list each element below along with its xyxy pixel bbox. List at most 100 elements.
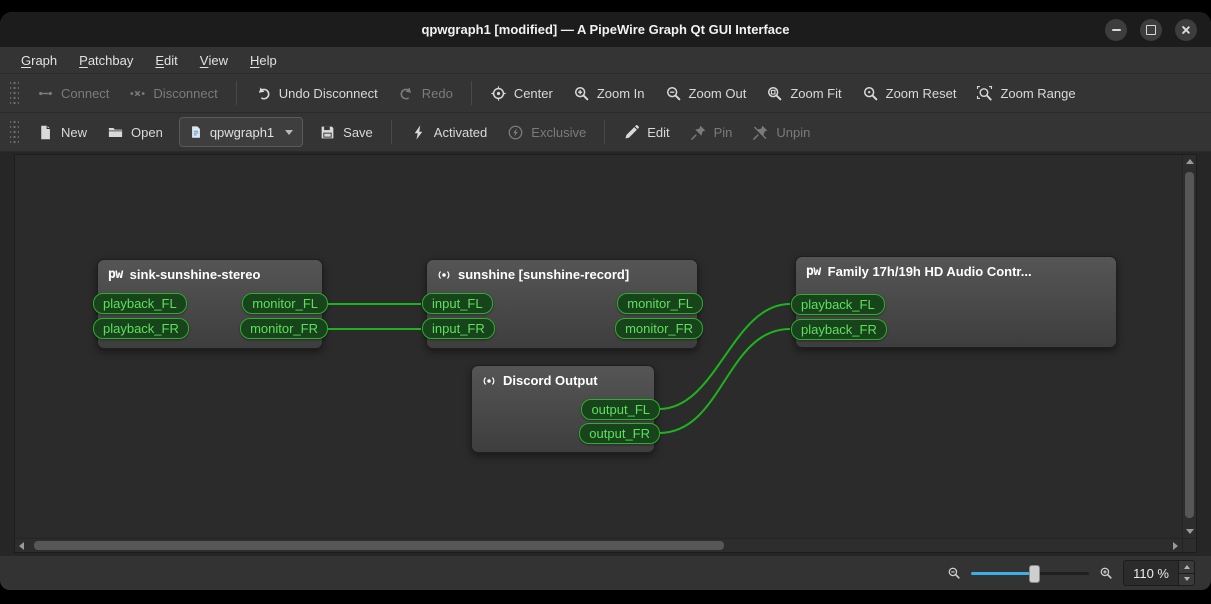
minimize-button[interactable] [1105,18,1127,41]
close-button[interactable] [1175,18,1197,41]
port-playback_FR[interactable]: playback_FR [93,318,189,339]
zoom-range-icon [977,85,993,100]
port-monitor_FR[interactable]: monitor_FR [615,318,703,339]
patchbay-toolbar: New Open qpwgraph1 Save Activated Exclus… [0,113,1211,152]
scroll-down-button[interactable] [1183,525,1196,538]
maximize-button[interactable] [1140,18,1162,41]
port-input_FR[interactable]: input_FR [422,318,495,339]
scroll-left-button[interactable] [15,539,28,552]
redo-button[interactable]: Redo [388,78,463,108]
exclusive-icon [508,125,523,139]
zoom-reset-icon [863,86,877,100]
horizontal-scrollbar[interactable] [15,538,1182,552]
zoom-in-button[interactable]: Zoom In [563,78,655,108]
arrow-right-icon [1173,541,1178,550]
edit-button[interactable]: Edit [613,117,679,147]
toolbar-grip[interactable] [10,120,19,144]
center-icon [491,85,506,101]
undo-button[interactable]: Undo Disconnect [245,78,388,108]
zoom-range-label: Zoom Range [1000,85,1076,101]
speaker-icon [438,270,450,279]
node-sink-sunshine-stereo[interactable]: pw sink-sunshine-stereo playback_FL play… [93,259,328,349]
zoom-fit-button[interactable]: Zoom Fit [756,78,851,108]
horizontal-scroll-thumb[interactable] [33,541,724,550]
redo-label: Redo [421,85,453,101]
zoom-in-icon[interactable] [1099,566,1113,580]
menu-edit[interactable]: Edit [144,47,188,73]
horizontal-scroll-track[interactable] [28,539,1169,552]
statusbar: 110 % [0,555,1211,590]
port-monitor_FL[interactable]: monitor_FL [617,293,703,314]
new-button[interactable]: New [27,117,97,147]
vertical-scroll-track[interactable] [1183,168,1196,525]
save-button[interactable]: Save [309,117,383,147]
vertical-scrollbar[interactable] [1182,155,1196,538]
menu-help[interactable]: Help [239,47,288,73]
port-monitor_FR[interactable]: monitor_FR [240,318,328,339]
port-input_FL[interactable]: input_FL [422,293,493,314]
zoom-slider[interactable] [971,563,1090,583]
port-playback_FL[interactable]: playback_FL [93,293,187,314]
node-title: pw Family 17h/19h HD Audio Contr... [796,257,1116,283]
zoom-range-button[interactable]: Zoom Range [966,78,1085,108]
titlebar[interactable]: qpwgraph1 [modified] — A PipeWire Graph … [0,12,1211,47]
node-title-text: sink-sunshine-stereo [129,267,261,282]
open-folder-icon [108,127,123,137]
node-sunshine[interactable]: sunshine [sunshine-record] input_FL inpu… [422,259,703,349]
new-label: New [61,124,88,140]
zoom-slider-handle[interactable] [1028,565,1040,583]
patchbay-profile-combo[interactable]: qpwgraph1 [178,117,304,147]
menu-graph[interactable]: Graph [10,47,68,73]
edit-label: Edit [647,124,670,140]
connect-button[interactable]: Connect [27,78,119,108]
node-title: pw sink-sunshine-stereo [98,260,322,286]
node-discord-output[interactable]: Discord Output output_FL output_FR [471,365,660,453]
port-playback_FR[interactable]: playback_FR [791,319,887,340]
center-label: Center [513,85,553,101]
zoom-reset-button[interactable]: Zoom Reset [852,78,967,108]
arrow-up-icon [1185,159,1194,164]
disconnect-button[interactable]: Disconnect [119,78,227,108]
port-monitor_FL[interactable]: monitor_FL [242,293,328,314]
scroll-up-button[interactable] [1183,155,1196,168]
center-button[interactable]: Center [480,78,563,108]
unpin-button[interactable]: Unpin [742,117,820,147]
toolbar-separator [470,81,472,105]
zoom-spinbox[interactable]: 110 % [1123,560,1195,586]
port-output_FL[interactable]: output_FL [581,399,660,420]
exclusive-label: Exclusive [531,124,587,140]
slider-fill [971,571,1033,575]
pipewire-icon: pw [806,264,821,279]
activated-bolt-icon [414,124,423,140]
activated-button[interactable]: Activated [400,117,497,147]
node-title: sunshine [sunshine-record] [427,260,697,286]
vertical-scroll-thumb[interactable] [1185,171,1194,518]
graph-toolbar: Connect Disconnect Undo Disconnect Redo … [0,74,1211,113]
menu-view[interactable]: View [189,47,239,73]
edit-pencil-icon [625,124,640,139]
graph-canvas[interactable]: pw sink-sunshine-stereo playback_FL play… [15,155,1182,538]
toolbar-separator [235,81,237,105]
zoom-increment-button[interactable] [1179,561,1194,573]
arrow-left-icon [19,541,24,550]
minimize-icon [1111,28,1121,31]
zoom-out-icon[interactable] [947,566,961,580]
scroll-right-button[interactable] [1169,539,1182,552]
activated-label: Activated [433,124,488,140]
toolbar-grip[interactable] [10,81,19,105]
open-button[interactable]: Open [97,117,173,147]
exclusive-button[interactable]: Exclusive [497,117,596,147]
zoom-value[interactable]: 110 % [1124,561,1178,585]
menu-patchbay[interactable]: Patchbay [68,47,144,73]
node-title-text: Discord Output [503,373,598,388]
pin-button[interactable]: Pin [680,117,743,147]
node-family-hd-audio[interactable]: pw Family 17h/19h HD Audio Contr... play… [791,256,1117,348]
unpin-label: Unpin [776,124,811,140]
zoom-decrement-button[interactable] [1179,572,1194,585]
zoom-out-button[interactable]: Zoom Out [655,78,757,108]
port-output_FR[interactable]: output_FR [579,423,660,444]
port-playback_FL[interactable]: playback_FL [791,294,885,315]
node-title-text: Family 17h/19h HD Audio Contr... [827,264,1032,279]
chevron-down-icon [285,129,294,135]
undo-label: Undo Disconnect [278,85,378,101]
